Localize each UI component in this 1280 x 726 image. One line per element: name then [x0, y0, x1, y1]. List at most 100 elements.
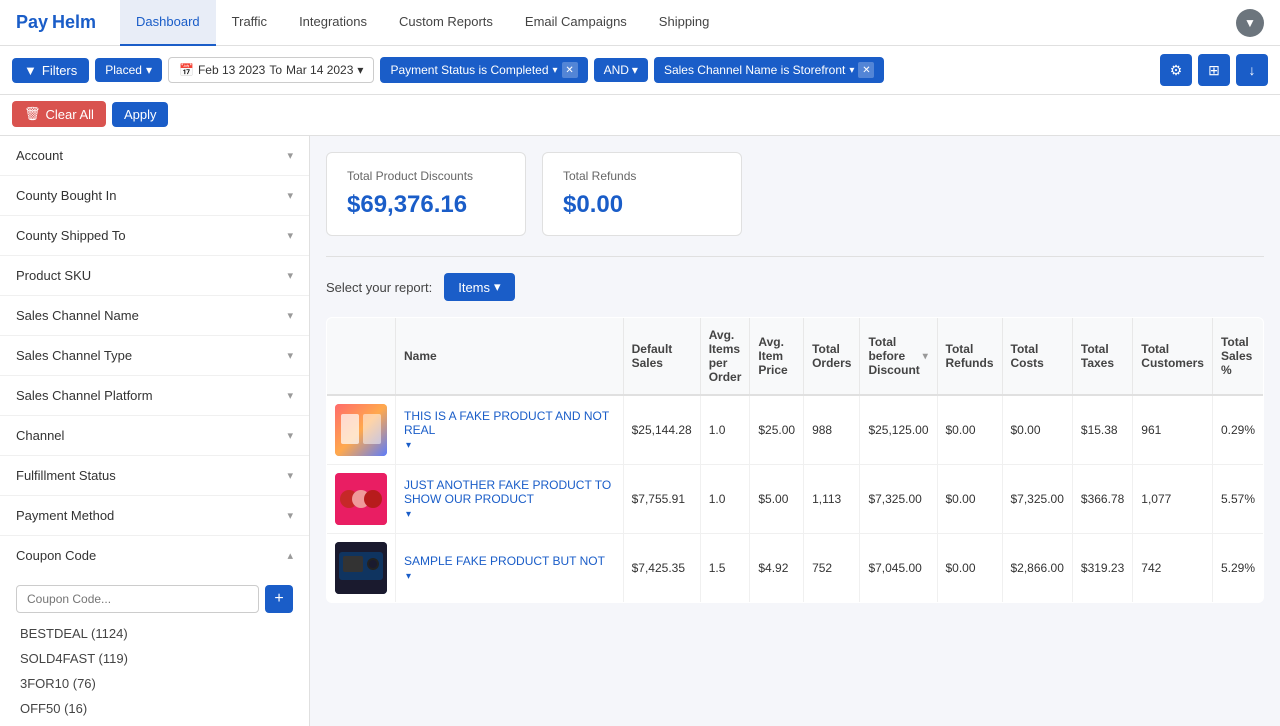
coupon-option[interactable]: BESTDEAL (1124): [16, 621, 293, 646]
coupon-option[interactable]: 3FOR10 (76): [16, 671, 293, 696]
nav-item-traffic[interactable]: Traffic: [216, 0, 283, 46]
sidebar-item-label-county-bought-in: County Bought In: [16, 188, 116, 203]
chevron-down-icon: ▾: [287, 269, 293, 282]
cell-total-before-discount: $7,325.00: [860, 465, 937, 534]
sort-icon: ▾: [923, 351, 928, 362]
cell-total-taxes: $15.38: [1072, 395, 1132, 465]
metric-card-discounts: Total Product Discounts $69,376.16: [326, 152, 526, 236]
and-label: AND: [604, 63, 629, 77]
and-chip[interactable]: AND ▾: [594, 58, 648, 82]
settings-icon-button[interactable]: ⚙: [1160, 54, 1192, 86]
sidebar-item-header-account[interactable]: Account▾: [0, 136, 309, 175]
nav-item-integrations[interactable]: Integrations: [283, 0, 383, 46]
logo-helm: Helm: [52, 12, 96, 33]
content-area: Total Product Discounts $69,376.16 Total…: [310, 136, 1280, 726]
cell-total-customers: 961: [1133, 395, 1213, 465]
sidebar-item-header-county-shipped-to[interactable]: County Shipped To▾: [0, 216, 309, 255]
product-image-cell: [327, 534, 396, 603]
sidebar-item-label-county-shipped-to: County Shipped To: [16, 228, 126, 243]
product-name-cell: SAMPLE FAKE PRODUCT BUT NOT▾: [396, 534, 624, 603]
sidebar-item-header-sales-channel-platform[interactable]: Sales Channel Platform▾: [0, 376, 309, 415]
cell-default-sales: $7,425.35: [623, 534, 700, 603]
nav-item-email-campaigns[interactable]: Email Campaigns: [509, 0, 643, 46]
cell-total-taxes: $319.23: [1072, 534, 1132, 603]
sidebar-item-header-payment-method[interactable]: Payment Method▾: [0, 496, 309, 535]
cell-avg-item-price: $4.92: [750, 534, 804, 603]
col-default-sales: DefaultSales: [623, 318, 700, 396]
sidebar-item-label-sales-channel-name: Sales Channel Name: [16, 308, 139, 323]
cell-total-before-discount: $25,125.00: [860, 395, 937, 465]
nav-item-shipping[interactable]: Shipping: [643, 0, 726, 46]
placed-label: Placed: [105, 63, 142, 77]
chevron-down-icon: ▾: [287, 309, 293, 322]
table-body: THIS IS A FAKE PRODUCT AND NOT REAL▾ $25,…: [327, 395, 1264, 603]
chevron-down-icon: ▾: [287, 189, 293, 202]
user-avatar[interactable]: ▼: [1236, 9, 1264, 37]
export-icon-button[interactable]: ⊞: [1198, 54, 1230, 86]
table-row: SAMPLE FAKE PRODUCT BUT NOT▾$7,425.351.5…: [327, 534, 1264, 603]
sidebar-item-account: Account▾: [0, 136, 309, 176]
sidebar-item-product-sku: Product SKU ▾: [0, 256, 309, 296]
col-avg-price: Avg.ItemPrice: [750, 318, 804, 396]
chevron-down-icon: ▾: [287, 149, 293, 162]
sidebar-item-header-county-bought-in[interactable]: County Bought In ▾: [0, 176, 309, 215]
product-name-link[interactable]: THIS IS A FAKE PRODUCT AND NOT REAL: [404, 409, 615, 437]
sidebar-item-county-bought-in: County Bought In ▾: [0, 176, 309, 216]
sidebar-item-header-channel[interactable]: Channel▾: [0, 416, 309, 455]
sidebar-item-label-sales-channel-type: Sales Channel Type: [16, 348, 132, 363]
nav-item-dashboard[interactable]: Dashboard: [120, 0, 216, 46]
coupon-code-input[interactable]: [16, 585, 259, 613]
sidebar-item-payment-method: Payment Method▾: [0, 496, 309, 536]
coupon-option[interactable]: GROW32 (14): [16, 721, 293, 726]
placed-chevron: ▾: [146, 63, 152, 77]
product-thumbnail: [335, 473, 387, 525]
items-report-button[interactable]: Items ▾: [444, 273, 514, 301]
data-table: Name DefaultSales Avg.ItemsperOrder Avg.…: [326, 317, 1264, 603]
sales-channel-delete-icon[interactable]: ✕: [858, 62, 874, 78]
sales-channel-chip[interactable]: Sales Channel Name is Storefront ▾ ✕: [654, 57, 884, 83]
payment-status-chip[interactable]: Payment Status is Completed ▾ ✕: [380, 57, 587, 83]
sidebar-item-sales-channel-type: Sales Channel Type▾: [0, 336, 309, 376]
coupon-option[interactable]: SOLD4FAST (119): [16, 646, 293, 671]
coupon-add-button[interactable]: +: [265, 585, 293, 613]
cell-avg-items-per-order: 1.5: [700, 534, 750, 603]
apply-button[interactable]: Apply: [112, 102, 169, 127]
cell-total-sales-pct: 0.29%: [1212, 395, 1263, 465]
app-logo[interactable]: PayHelm: [16, 12, 96, 33]
sales-channel-label: Sales Channel Name is Storefront: [664, 63, 845, 77]
clear-all-button[interactable]: 🗑 Clear All: [12, 101, 106, 127]
gear-icon: ⚙: [1170, 62, 1183, 79]
payment-status-delete-icon[interactable]: ✕: [562, 62, 578, 78]
coupon-option[interactable]: OFF50 (16): [16, 696, 293, 721]
nav-item-custom-reports[interactable]: Custom Reports: [383, 0, 509, 46]
sidebar-item-label-product-sku: Product SKU: [16, 268, 91, 283]
sidebar-item-header-sales-channel-name[interactable]: Sales Channel Name ▾: [0, 296, 309, 335]
product-name-cell: THIS IS A FAKE PRODUCT AND NOT REAL▾: [396, 395, 624, 465]
sidebar-item-label-fulfillment-status: Fulfillment Status: [16, 468, 116, 483]
filters-button[interactable]: ▼ Filters: [12, 58, 89, 83]
col-total-orders: TotalOrders: [804, 318, 860, 396]
payment-status-dropdown-icon: ▾: [553, 65, 558, 76]
date-separator: To: [269, 63, 282, 77]
sidebar-item-header-product-sku[interactable]: Product SKU ▾: [0, 256, 309, 295]
sidebar-item-header-sales-channel-type[interactable]: Sales Channel Type▾: [0, 336, 309, 375]
col-total-before-discount[interactable]: TotalbeforeDiscount ▾: [860, 318, 937, 396]
date-chevron: ▾: [357, 63, 363, 77]
download-icon-button[interactable]: ↓: [1236, 54, 1268, 86]
chevron-down-icon: ▾: [287, 469, 293, 482]
cell-total-refunds: $0.00: [937, 534, 1002, 603]
sidebar-item-header-coupon-code[interactable]: Coupon Code▴: [0, 536, 309, 575]
cell-total-costs: $0.00: [1002, 395, 1072, 465]
sidebar-item-header-fulfillment-status[interactable]: Fulfillment Status ▾: [0, 456, 309, 495]
coupon-expanded-section: + BESTDEAL (1124)SOLD4FAST (119)3FOR10 (7…: [0, 575, 309, 726]
product-thumbnail: [335, 404, 387, 456]
product-name-link[interactable]: SAMPLE FAKE PRODUCT BUT NOT: [404, 554, 615, 568]
placed-chip[interactable]: Placed ▾: [95, 58, 162, 82]
product-name-link[interactable]: JUST ANOTHER FAKE PRODUCT TO SHOW OUR PR…: [404, 478, 615, 506]
cell-avg-item-price: $5.00: [750, 465, 804, 534]
metric-cards: Total Product Discounts $69,376.16 Total…: [326, 152, 1264, 236]
date-range-chip[interactable]: 📅 Feb 13 2023 To Mar 14 2023 ▾: [168, 57, 374, 83]
coupon-code-label: Coupon Code: [16, 548, 96, 563]
col-total-taxes: TotalTaxes: [1072, 318, 1132, 396]
cell-total-refunds: $0.00: [937, 395, 1002, 465]
